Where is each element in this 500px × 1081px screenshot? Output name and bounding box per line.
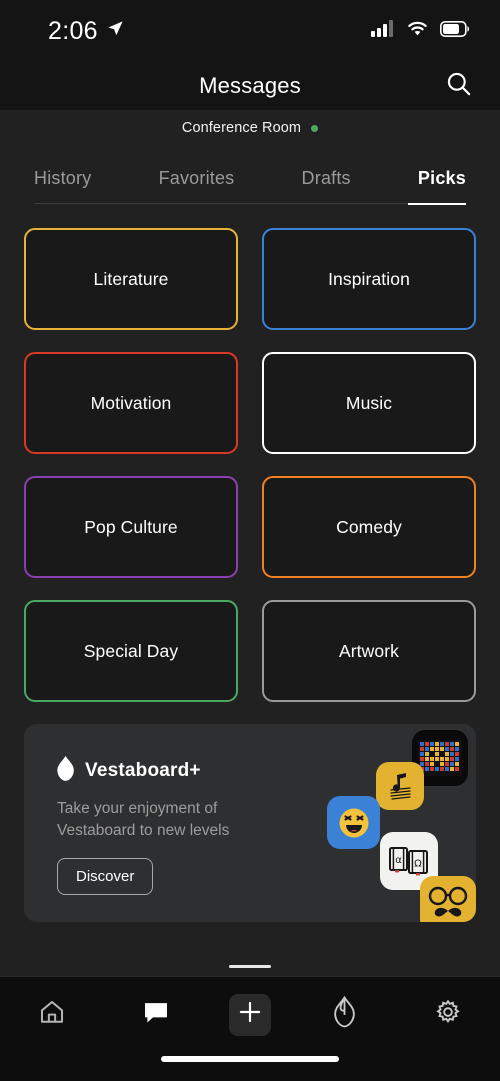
home-icon: [38, 998, 66, 1031]
app-header: Messages: [0, 62, 500, 110]
vestaboard-plus-promo[interactable]: Vestaboard+ Take your enjoyment of Vesta…: [24, 724, 476, 922]
scroll-indicator: [0, 962, 500, 976]
tab-active-indicator: [408, 203, 466, 205]
category-grid: Literature Inspiration Motivation Music …: [24, 228, 476, 702]
status-time: 2:06: [48, 16, 98, 45]
category-card-motivation[interactable]: Motivation: [24, 352, 238, 454]
category-label: Special Day: [83, 640, 179, 661]
discover-button[interactable]: Discover: [57, 858, 154, 895]
gear-icon: [434, 998, 462, 1031]
tab-drafts[interactable]: Drafts: [302, 168, 351, 203]
status-bar-left: 2:06: [48, 17, 124, 46]
tab-divider: [34, 203, 466, 205]
category-label: Pop Culture: [84, 516, 178, 537]
app-screen: 2:06 Messages Conference Room History Fa…: [0, 0, 500, 1081]
category-label: Motivation: [90, 392, 172, 413]
nav-messages[interactable]: [125, 991, 187, 1039]
nav-home[interactable]: [21, 991, 83, 1039]
board-status-dot: [311, 124, 319, 132]
plus-icon: [237, 999, 263, 1030]
vestaboard-flame-icon: [57, 756, 74, 786]
category-label: Comedy: [336, 516, 402, 537]
nav-create[interactable]: [229, 993, 271, 1036]
tab-bar: History Favorites Drafts Picks: [0, 146, 500, 205]
search-icon[interactable]: [445, 70, 472, 102]
wifi-icon: [406, 20, 429, 42]
status-bar-right: [371, 20, 470, 42]
promo-description: Take your enjoyment of Vestaboard to new…: [57, 800, 230, 839]
bottom-navigation: [0, 976, 500, 1052]
board-name: Conference Room: [181, 120, 302, 136]
vestaboard-flame-icon: [332, 995, 357, 1033]
category-card-pop-culture[interactable]: Pop Culture: [24, 476, 238, 578]
nav-settings[interactable]: [417, 991, 479, 1039]
promo-brand-row: Vestaboard+: [57, 756, 476, 786]
category-card-music[interactable]: Music: [262, 352, 476, 454]
category-card-inspiration[interactable]: Inspiration: [262, 228, 476, 330]
location-arrow-icon: [107, 20, 124, 42]
category-card-special-day[interactable]: Special Day: [24, 600, 238, 702]
page-title: Messages: [199, 73, 301, 98]
main-content: Literature Inspiration Motivation Music …: [0, 204, 500, 962]
category-label: Literature: [93, 268, 169, 289]
category-card-comedy[interactable]: Comedy: [262, 476, 476, 578]
category-label: Music: [345, 392, 393, 413]
tab-list: History Favorites Drafts Picks: [34, 168, 466, 203]
messages-icon: [142, 998, 170, 1031]
nav-vestaboard-plus[interactable]: [313, 991, 375, 1039]
category-card-artwork[interactable]: Artwork: [262, 600, 476, 702]
tab-history[interactable]: History: [34, 168, 91, 203]
status-bar: 2:06: [0, 0, 500, 62]
promo-brand-name: Vestaboard+: [85, 760, 201, 781]
category-card-literature[interactable]: Literature: [24, 228, 238, 330]
promo-body: Vestaboard+ Take your enjoyment of Vesta…: [24, 724, 476, 895]
category-label: Artwork: [338, 640, 399, 661]
tab-picks[interactable]: Picks: [418, 168, 466, 203]
battery-icon: [440, 20, 470, 42]
cellular-signal-icon: [371, 20, 395, 42]
home-indicator: [161, 1056, 339, 1062]
home-indicator-area: [0, 1052, 500, 1081]
board-selector[interactable]: Conference Room: [0, 110, 500, 146]
category-label: Inspiration: [328, 268, 410, 289]
tab-favorites[interactable]: Favorites: [159, 168, 235, 203]
